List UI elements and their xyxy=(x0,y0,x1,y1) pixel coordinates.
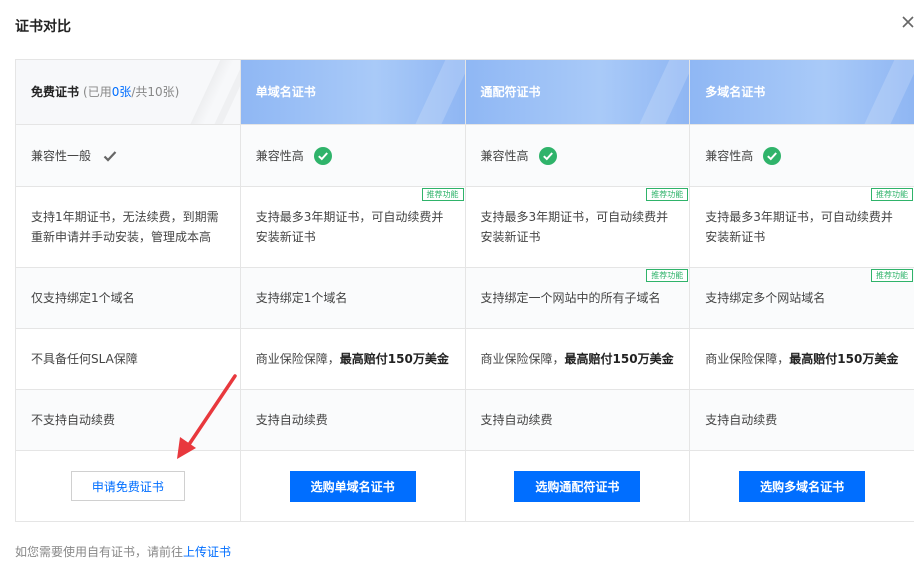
quota-rest: /共10张) xyxy=(131,85,180,99)
action-row: 申请免费证书 选购单域名证书 选购通配符证书 选购多域名证书 xyxy=(16,451,914,522)
buy-multi-domain-button[interactable]: 选购多域名证书 xyxy=(739,470,866,502)
header-wildcard: 通配符证书 xyxy=(465,60,691,125)
renew-wildcard: 推荐功能 支持最多3年期证书，可自动续费并安装新证书 xyxy=(465,187,691,268)
domain-wildcard: 推荐功能 支持绑定一个网站中的所有子域名 xyxy=(465,268,691,329)
table-row: 兼容性一般 兼容性高 兼容性高 兼容性高 xyxy=(16,125,914,187)
compat-single-label: 兼容性高 xyxy=(255,148,304,163)
auto-wildcard: 支持自动续费 xyxy=(465,390,691,451)
renew-wildcard-label: 支持最多3年期证书，可自动续费并安装新证书 xyxy=(480,210,669,244)
auto-multi: 支持自动续费 xyxy=(690,390,914,451)
quota-open: (已用 xyxy=(83,85,112,99)
header-row: 免费证书 (已用0张/共10张) 单域名证书 通配符证书 多域名证书 xyxy=(16,60,914,125)
action-free-cell: 申请免费证书 xyxy=(16,451,241,522)
compat-single: 兼容性高 xyxy=(240,125,466,187)
footer-prefix: 如您需要使用自有证书，请前往 xyxy=(15,545,184,559)
table-row: 支持1年期证书，无法续费，到期需重新申请并手动安装，管理成本高 推荐功能 支持最… xyxy=(16,187,914,268)
domain-wildcard-label: 支持绑定一个网站中的所有子域名 xyxy=(480,291,661,305)
check-green-icon xyxy=(313,146,332,165)
sla-prefix: 商业保险保障， xyxy=(705,352,790,366)
action-wildcard-cell: 选购通配符证书 xyxy=(465,451,691,522)
renew-multi: 推荐功能 支持最多3年期证书，可自动续费并安装新证书 xyxy=(690,187,914,268)
compat-free-label: 兼容性一般 xyxy=(31,148,92,163)
sla-single: 商业保险保障， 最高赔付150万美金 xyxy=(240,329,466,390)
sla-prefix: 商业保险保障， xyxy=(480,352,565,366)
renew-single-label: 支持最多3年期证书，可自动续费并安装新证书 xyxy=(255,210,444,244)
domain-multi-label: 支持绑定多个网站域名 xyxy=(705,291,826,305)
header-single-domain: 单域名证书 xyxy=(240,60,466,125)
compat-wildcard: 兼容性高 xyxy=(465,125,691,187)
sla-prefix: 商业保险保障， xyxy=(255,352,340,366)
recommend-tag: 推荐功能 xyxy=(646,269,689,282)
domain-single: 支持绑定1个域名 xyxy=(240,268,466,329)
recommend-tag: 推荐功能 xyxy=(871,269,913,282)
sla-amount: 最高赔付150万美金 xyxy=(789,352,899,366)
sla-amount: 最高赔付150万美金 xyxy=(339,352,449,366)
auto-free: 不支持自动续费 xyxy=(16,390,241,451)
recommend-tag: 推荐功能 xyxy=(421,188,464,201)
sla-amount: 最高赔付150万美金 xyxy=(564,352,674,366)
free-quota: (已用0张/共10张) xyxy=(83,82,179,102)
comparison-table: 免费证书 (已用0张/共10张) 单域名证书 通配符证书 多域名证书 兼容性一般… xyxy=(15,59,914,522)
apply-free-cert-button[interactable]: 申请免费证书 xyxy=(70,471,185,501)
check-green-icon xyxy=(763,146,782,165)
dialog-title: 证书对比 xyxy=(15,19,71,35)
quota-used: 0张 xyxy=(111,85,132,99)
auto-single: 支持自动续费 xyxy=(240,390,466,451)
free-cert-title: 免费证书 xyxy=(31,85,80,99)
domain-multi: 推荐功能 支持绑定多个网站域名 xyxy=(690,268,914,329)
buy-single-domain-button[interactable]: 选购单域名证书 xyxy=(289,470,416,502)
sla-wildcard: 商业保险保障， 最高赔付150万美金 xyxy=(465,329,691,390)
renew-free: 支持1年期证书，无法续费，到期需重新申请并手动安装，管理成本高 xyxy=(16,187,241,268)
renew-single: 推荐功能 支持最多3年期证书，可自动续费并安装新证书 xyxy=(240,187,466,268)
header-free-cell: 免费证书 (已用0张/共10张) xyxy=(16,60,241,125)
sla-multi: 商业保险保障， 最高赔付150万美金 xyxy=(690,329,914,390)
table-row: 不支持自动续费 支持自动续费 支持自动续费 支持自动续费 xyxy=(16,390,914,451)
buy-wildcard-button[interactable]: 选购通配符证书 xyxy=(514,470,641,502)
header-multi-domain: 多域名证书 xyxy=(690,60,914,125)
close-icon[interactable] xyxy=(900,14,914,30)
check-green-icon xyxy=(538,146,557,165)
sla-free: 不具备任何SLA保障 xyxy=(16,329,241,390)
renew-multi-label: 支持最多3年期证书，可自动续费并安装新证书 xyxy=(705,210,893,244)
recommend-tag: 推荐功能 xyxy=(871,188,913,201)
table-row: 仅支持绑定1个域名 支持绑定1个域名 推荐功能 支持绑定一个网站中的所有子域名 … xyxy=(16,268,914,329)
compat-multi-label: 兼容性高 xyxy=(705,148,754,163)
table-row: 不具备任何SLA保障 商业保险保障， 最高赔付150万美金 商业保险保障， 最高赔付… xyxy=(16,329,914,390)
check-gray-icon xyxy=(103,150,117,162)
recommend-tag: 推荐功能 xyxy=(646,188,689,201)
compat-wildcard-label: 兼容性高 xyxy=(480,148,529,163)
upload-cert-link[interactable]: 上传证书 xyxy=(183,545,231,559)
compat-multi: 兼容性高 xyxy=(690,125,914,187)
compat-free: 兼容性一般 xyxy=(16,125,241,187)
domain-free: 仅支持绑定1个域名 xyxy=(16,268,241,329)
action-multi-cell: 选购多域名证书 xyxy=(690,451,914,522)
action-single-cell: 选购单域名证书 xyxy=(240,451,466,522)
footer-note: 如您需要使用自有证书，请前往上传证书 xyxy=(15,543,231,560)
